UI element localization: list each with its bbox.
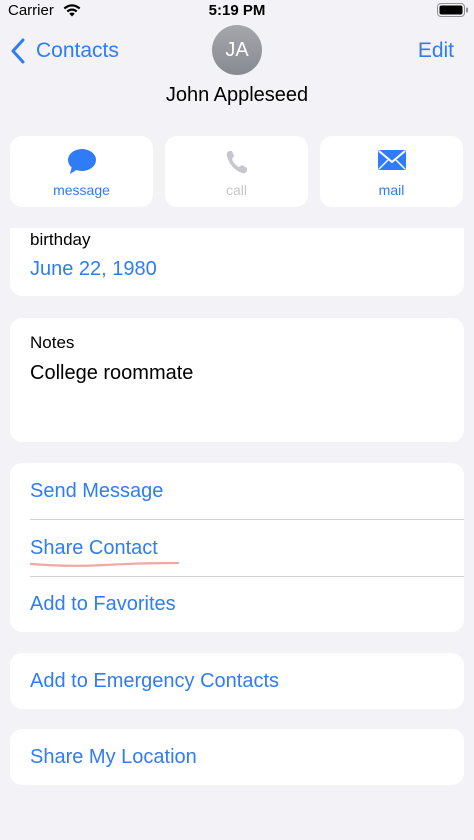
envelope-icon bbox=[377, 150, 406, 170]
add-to-favorites-row[interactable]: Add to Favorites bbox=[10, 576, 464, 632]
share-my-location-label: Share My Location bbox=[30, 746, 197, 768]
share-contact-row[interactable]: Share Contact bbox=[10, 520, 464, 576]
send-message-row[interactable]: Send Message bbox=[10, 463, 464, 519]
battery-icon bbox=[437, 3, 468, 17]
contact-actions-list: Send Message Share Contact Add to Favori… bbox=[10, 463, 464, 632]
avatar: JA bbox=[212, 25, 262, 75]
add-emergency-contacts-label: Add to Emergency Contacts bbox=[30, 670, 280, 692]
birthday-value[interactable]: June 22, 1980 bbox=[30, 258, 157, 281]
share-my-location-row[interactable]: Share My Location bbox=[10, 729, 464, 785]
notes-value: College roommate bbox=[30, 362, 194, 384]
mail-action-label: mail bbox=[378, 182, 405, 198]
chevron-left-icon bbox=[11, 38, 25, 64]
highlight-underline-mark bbox=[30, 561, 180, 567]
share-location-card: Share My Location bbox=[10, 729, 464, 785]
back-button[interactable]: Contacts bbox=[10, 38, 119, 64]
status-bar: Carrier 5:19 PM bbox=[0, 0, 474, 22]
notes-label: Notes bbox=[30, 333, 75, 352]
message-bubble-icon bbox=[67, 149, 96, 174]
message-action-label: message bbox=[53, 182, 110, 198]
message-action-button[interactable]: message bbox=[10, 136, 153, 207]
add-emergency-contacts-row[interactable]: Add to Emergency Contacts bbox=[10, 653, 464, 709]
phone-icon bbox=[226, 151, 247, 174]
notes-card[interactable]: Notes College roommate bbox=[10, 318, 464, 442]
mail-action-button[interactable]: mail bbox=[320, 136, 463, 207]
clock: 5:19 PM bbox=[208, 2, 266, 19]
birthday-card: birthday June 22, 1980 bbox=[10, 228, 464, 296]
back-button-label: Contacts bbox=[36, 39, 119, 62]
call-action-button[interactable]: call bbox=[165, 136, 308, 207]
send-message-label: Send Message bbox=[30, 480, 164, 502]
emergency-contacts-card: Add to Emergency Contacts bbox=[10, 653, 464, 709]
contact-name: John Appleseed bbox=[165, 84, 309, 106]
add-to-favorites-label: Add to Favorites bbox=[30, 593, 176, 615]
birthday-label: birthday bbox=[30, 230, 91, 249]
edit-button[interactable]: Edit bbox=[418, 38, 454, 64]
call-action-label: call bbox=[225, 182, 247, 198]
